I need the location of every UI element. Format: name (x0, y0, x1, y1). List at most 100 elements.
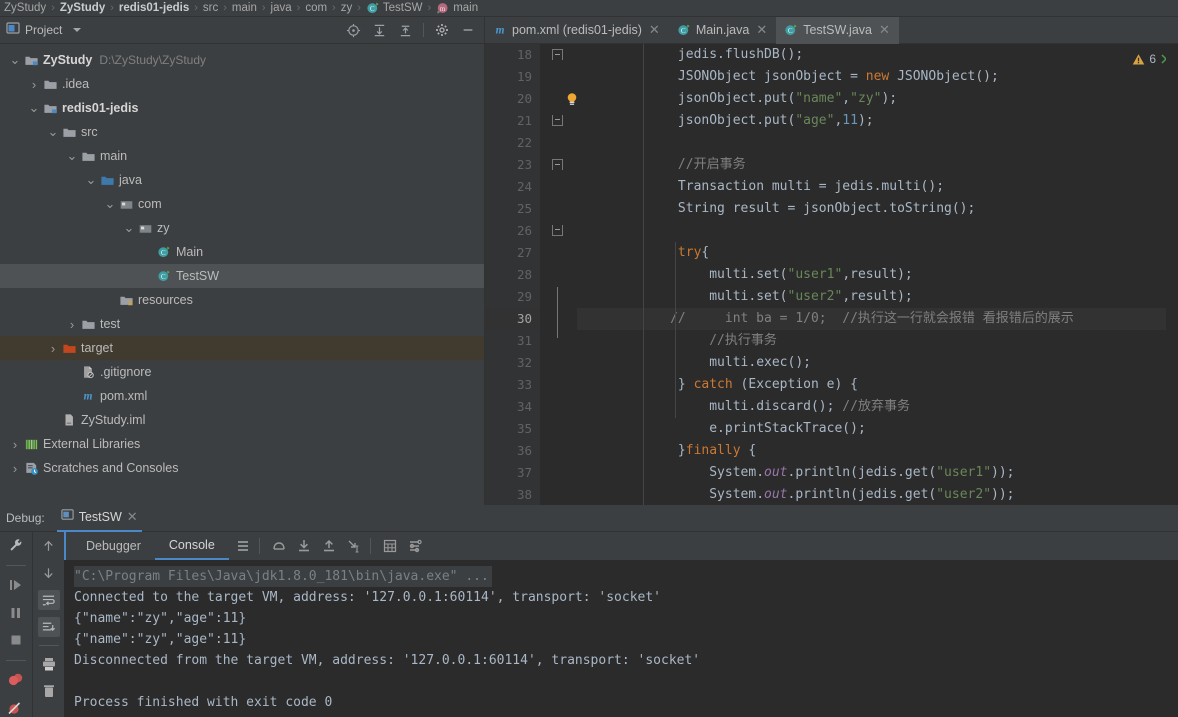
code-text-area[interactable]: 6 jedis.flushDB(); JSONObject jsonObject… (577, 44, 1178, 505)
tree-node-external-libraries[interactable]: › External Libraries (0, 432, 484, 456)
code-line[interactable]: System.out.println(jedis.get("user1")); (577, 462, 1178, 484)
resume-program-icon[interactable] (5, 576, 27, 595)
breadcrumb-item-com[interactable]: com (303, 2, 329, 14)
inspection-warning-badge[interactable]: 6 (1132, 52, 1169, 66)
fold-marker-try[interactable] (552, 49, 563, 60)
tree-node--gitignore[interactable]: .gitignore (0, 360, 484, 384)
pause-program-icon[interactable] (5, 603, 27, 622)
view-breakpoints-icon[interactable] (5, 671, 27, 690)
code-line[interactable]: // int ba = 1/0; //执行这一行就会报错 看报错后的展示 (577, 308, 1178, 330)
step-into-icon[interactable] (293, 536, 315, 556)
breadcrumb-item-main[interactable]: m main (434, 1, 480, 15)
code-line[interactable]: System.out.println(jedis.get("user2")); (577, 484, 1178, 505)
chevron-down-icon[interactable]: ⌄ (27, 101, 41, 114)
scroll-up-icon[interactable] (38, 536, 60, 556)
close-icon[interactable]: ✕ (877, 22, 892, 38)
code-line[interactable]: JSONObject jsonObject = new JSONObject()… (577, 66, 1178, 88)
chevron-down-icon[interactable] (73, 28, 82, 32)
code-line[interactable]: e.printStackTrace(); (577, 418, 1178, 440)
settings-lines-icon[interactable] (404, 536, 426, 556)
breadcrumb-item-zy[interactable]: zy (339, 2, 355, 14)
code-line[interactable]: //开启事务 (577, 154, 1178, 176)
fold-marker-finally[interactable] (552, 225, 563, 236)
tree-node-java[interactable]: ⌄ java (0, 168, 484, 192)
code-line[interactable] (577, 132, 1178, 154)
stop-icon[interactable] (5, 631, 27, 650)
tree-node-resources[interactable]: resources (0, 288, 484, 312)
evaluate-expression-icon[interactable] (379, 536, 401, 556)
tree-node-main[interactable]: C Main (0, 240, 484, 264)
print-icon[interactable] (38, 654, 60, 674)
tree-node-zy[interactable]: ⌄ zy (0, 216, 484, 240)
expand-all-icon[interactable] (371, 22, 387, 38)
code-editor[interactable]: 18 19 20 21 22 23 24 25 26 27 28 29 30 31 32 33 34 35 36 37… (485, 44, 1178, 505)
console-output[interactable]: "C:\Program Files\Java\jdk1.8.0_181\bin\… (64, 560, 1178, 717)
code-line[interactable]: //执行事务 (577, 330, 1178, 352)
tree-node--idea[interactable]: › .idea (0, 72, 484, 96)
chevron-right-icon[interactable]: › (46, 341, 60, 356)
editor-tab-main-java[interactable]: C Main.java ✕ (668, 17, 777, 44)
scroll-to-end-icon[interactable] (37, 617, 60, 637)
tree-node-test[interactable]: › test (0, 312, 484, 336)
code-line[interactable]: String result = jsonObject.toString(); (577, 198, 1178, 220)
fold-marker-try-end[interactable] (552, 115, 563, 126)
scroll-down-icon[interactable] (38, 563, 60, 583)
debug-session-tab[interactable]: TestSW ✕ (56, 505, 142, 532)
code-line[interactable]: Transaction multi = jedis.multi(); (577, 176, 1178, 198)
breadcrumb-item-redis01-jedis[interactable]: redis01-jedis (117, 2, 191, 14)
collapse-all-icon[interactable] (397, 22, 413, 38)
chevron-down-icon[interactable]: ⌄ (122, 221, 136, 234)
close-icon[interactable]: ✕ (127, 509, 138, 525)
step-over-icon[interactable] (268, 536, 290, 556)
settings-wrench-icon[interactable] (5, 536, 27, 555)
breadcrumb-item-src[interactable]: src (201, 2, 220, 14)
code-line[interactable]: } catch (Exception e) { (577, 374, 1178, 396)
chevron-down-icon[interactable]: ⌄ (46, 125, 60, 138)
chevron-down-icon[interactable]: ⌄ (84, 173, 98, 186)
breadcrumb-item-java[interactable]: java (269, 2, 294, 14)
tree-node-main[interactable]: ⌄ main (0, 144, 484, 168)
soft-wrap-icon[interactable] (37, 590, 60, 610)
tree-node-com[interactable]: ⌄ com (0, 192, 484, 216)
settings-gear-icon[interactable] (434, 22, 450, 38)
locate-icon[interactable] (345, 22, 361, 38)
tree-node-scratches-and-consoles[interactable]: › Scratches and Consoles (0, 456, 484, 480)
chevron-right-icon[interactable]: › (8, 437, 22, 452)
tree-node-zystudy-iml[interactable]: ZyStudy.iml (0, 408, 484, 432)
chevron-down-icon[interactable]: ⌄ (65, 149, 79, 162)
tree-node-target[interactable]: › target (0, 336, 484, 360)
chevron-right-icon[interactable]: › (8, 461, 22, 476)
fold-gutter[interactable] (540, 44, 577, 505)
code-line[interactable] (577, 220, 1178, 242)
code-line[interactable]: jsonObject.put("age",11); (577, 110, 1178, 132)
tree-node-zystudy[interactable]: ⌄ ZyStudy D:\ZyStudy\ZyStudy (0, 48, 484, 72)
chevron-right-icon[interactable]: › (27, 77, 41, 92)
editor-marker-scrollbar[interactable] (1166, 44, 1178, 505)
close-icon[interactable]: ✕ (754, 22, 769, 38)
tree-node-pom-xml[interactable]: m pom.xml (0, 384, 484, 408)
run-to-cursor-icon[interactable] (343, 536, 365, 556)
code-line[interactable]: multi.exec(); (577, 352, 1178, 374)
tree-node-testsw[interactable]: C TestSW (0, 264, 484, 288)
tree-node-redis01-jedis[interactable]: ⌄ redis01-jedis (0, 96, 484, 120)
editor-tab-testsw-java[interactable]: C TestSW.java ✕ (776, 17, 899, 44)
code-line[interactable]: multi.discard(); //放弃事务 (577, 396, 1178, 418)
code-line[interactable]: jsonObject.put("name","zy"); (577, 88, 1178, 110)
breadcrumb-item-main[interactable]: main (230, 2, 259, 14)
breadcrumb-item-zystudy[interactable]: ZyStudy (58, 2, 107, 14)
clear-all-icon[interactable] (38, 681, 60, 701)
chevron-right-icon[interactable]: › (65, 317, 79, 332)
code-line[interactable]: multi.set("user2",result); (577, 286, 1178, 308)
editor-tab-pom-xml-redis01-jedis-[interactable]: m pom.xml (redis01-jedis) ✕ (485, 17, 669, 44)
tab-debugger[interactable]: Debugger (72, 532, 155, 560)
code-line[interactable]: }finally { (577, 440, 1178, 462)
project-tree[interactable]: ⌄ ZyStudy D:\ZyStudy\ZyStudy › .idea ⌄ redis01… (0, 45, 484, 505)
breadcrumb-item-zystudy[interactable]: ZyStudy (2, 2, 48, 14)
step-out-icon[interactable] (318, 536, 340, 556)
close-icon[interactable]: ✕ (647, 22, 662, 38)
minimize-icon[interactable] (460, 22, 476, 38)
tree-node-src[interactable]: ⌄ src (0, 120, 484, 144)
code-line[interactable]: jedis.flushDB(); (577, 44, 1178, 66)
tab-console[interactable]: Console (154, 532, 229, 560)
chevron-down-icon[interactable]: ⌄ (8, 53, 22, 66)
